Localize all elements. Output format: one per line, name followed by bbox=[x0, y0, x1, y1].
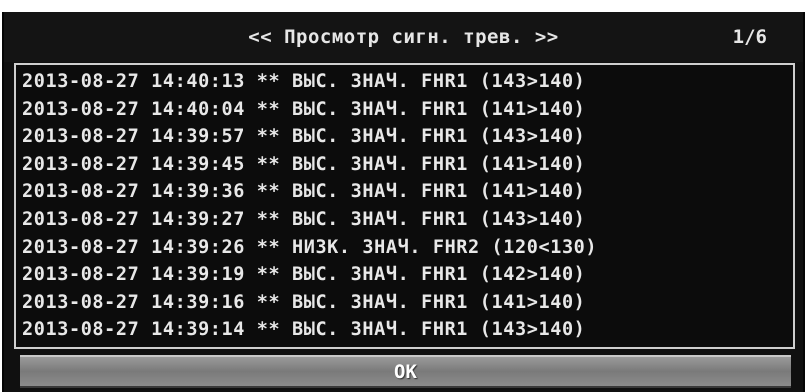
page-indicator: 1/6 bbox=[732, 26, 767, 48]
alarm-log-row[interactable]: 2013-08-27 14:40:04 ** ВЫС. ЗНАЧ. FHR1 (… bbox=[16, 96, 793, 124]
alarm-log-row[interactable]: 2013-08-27 14:39:57 ** ВЫС. ЗНАЧ. FHR1 (… bbox=[16, 123, 793, 151]
ok-button-label: OK bbox=[394, 361, 417, 383]
alarm-review-screen: << Просмотр сигн. трев. >> 1/6 2013-08-2… bbox=[2, 12, 805, 392]
alarm-log-row[interactable]: 2013-08-27 14:39:26 ** НИЗК. ЗНАЧ. FHR2 … bbox=[16, 234, 793, 262]
title-bar: << Просмотр сигн. трев. >> 1/6 bbox=[4, 12, 803, 62]
alarm-log-list: 2013-08-27 14:40:13 ** ВЫС. ЗНАЧ. FHR1 (… bbox=[14, 63, 795, 349]
screen-title: << Просмотр сигн. трев. >> bbox=[248, 26, 559, 48]
alarm-log-row[interactable]: 2013-08-27 14:39:45 ** ВЫС. ЗНАЧ. FHR1 (… bbox=[16, 151, 793, 179]
alarm-log-row[interactable]: 2013-08-27 14:39:16 ** ВЫС. ЗНАЧ. FHR1 (… bbox=[16, 289, 793, 317]
alarm-log-row[interactable]: 2013-08-27 14:39:19 ** ВЫС. ЗНАЧ. FHR1 (… bbox=[16, 261, 793, 289]
ok-button[interactable]: OK bbox=[20, 355, 791, 388]
alarm-log-row[interactable]: 2013-08-27 14:40:13 ** ВЫС. ЗНАЧ. FHR1 (… bbox=[16, 68, 793, 96]
alarm-log-row[interactable]: 2013-08-27 14:39:14 ** ВЫС. ЗНАЧ. FHR1 (… bbox=[16, 316, 793, 344]
alarm-log-row[interactable]: 2013-08-27 14:39:27 ** ВЫС. ЗНАЧ. FHR1 (… bbox=[16, 206, 793, 234]
alarm-log-row[interactable]: 2013-08-27 14:39:36 ** ВЫС. ЗНАЧ. FHR1 (… bbox=[16, 178, 793, 206]
